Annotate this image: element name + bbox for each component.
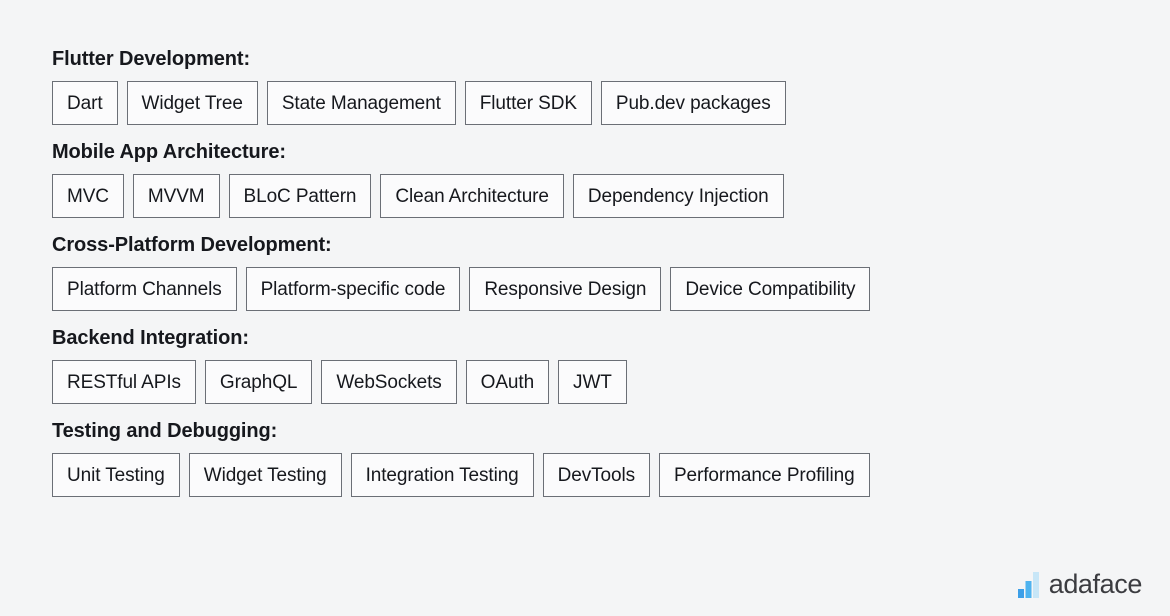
skill-tag[interactable]: Flutter SDK	[464, 81, 592, 125]
skill-tag[interactable]: Widget Tree	[126, 81, 258, 125]
section-testing-and-debugging: Testing and Debugging: Unit Testing Widg…	[52, 420, 1118, 497]
adaface-wordmark: adaface	[1048, 569, 1143, 599]
skill-tag[interactable]: Pub.dev packages	[600, 81, 786, 125]
skills-overview-page: Flutter Development: Dart Widget Tree St…	[0, 0, 1170, 616]
skill-tag[interactable]: RESTful APIs	[52, 360, 196, 404]
bar-chart-icon	[1017, 571, 1039, 598]
section-heading: Flutter Development:	[52, 48, 251, 70]
section-cross-platform-development: Cross-Platform Development: Platform Cha…	[52, 234, 1118, 311]
tag-row: Unit Testing Widget Testing Integration …	[52, 453, 1118, 497]
section-heading: Testing and Debugging:	[52, 420, 278, 442]
skill-tag[interactable]: Device Compatibility	[670, 267, 871, 311]
skill-tag[interactable]: Performance Profiling	[658, 453, 870, 497]
section-flutter-development: Flutter Development: Dart Widget Tree St…	[52, 48, 1118, 125]
skill-tag[interactable]: Integration Testing	[350, 453, 534, 497]
skill-tag[interactable]: DevTools	[542, 453, 650, 497]
skill-tag[interactable]: Platform-specific code	[245, 267, 461, 311]
skill-tag[interactable]: OAuth	[465, 360, 550, 404]
skill-tag[interactable]: MVC	[52, 174, 124, 218]
section-heading: Cross-Platform Development:	[52, 234, 332, 256]
tag-row: MVC MVVM BLoC Pattern Clean Architecture…	[52, 174, 1118, 218]
skill-tag[interactable]: WebSockets	[321, 360, 457, 404]
section-mobile-app-architecture: Mobile App Architecture: MVC MVVM BLoC P…	[52, 141, 1118, 218]
skill-tag[interactable]: Dependency Injection	[572, 174, 784, 218]
section-backend-integration: Backend Integration: RESTful APIs GraphQ…	[52, 327, 1118, 404]
tag-row: RESTful APIs GraphQL WebSockets OAuth JW…	[52, 360, 1118, 404]
section-heading: Mobile App Architecture:	[52, 141, 286, 163]
skill-tag[interactable]: Unit Testing	[52, 453, 180, 497]
skill-tag[interactable]: JWT	[558, 360, 627, 404]
skill-tag[interactable]: State Management	[266, 81, 456, 125]
tag-row: Platform Channels Platform-specific code…	[52, 267, 1118, 311]
skill-tag[interactable]: Platform Channels	[52, 267, 237, 311]
section-heading: Backend Integration:	[52, 327, 249, 349]
skill-tag[interactable]: Clean Architecture	[380, 174, 564, 218]
skill-tag[interactable]: Widget Testing	[188, 453, 342, 497]
adaface-logo: adaface	[1017, 569, 1143, 599]
skill-tag[interactable]: Dart	[52, 81, 118, 125]
skill-tag[interactable]: GraphQL	[204, 360, 313, 404]
skill-tag[interactable]: MVVM	[132, 174, 220, 218]
skill-tag[interactable]: Responsive Design	[469, 267, 662, 311]
tag-row: Dart Widget Tree State Management Flutte…	[52, 81, 1118, 125]
skill-tag[interactable]: BLoC Pattern	[228, 174, 372, 218]
